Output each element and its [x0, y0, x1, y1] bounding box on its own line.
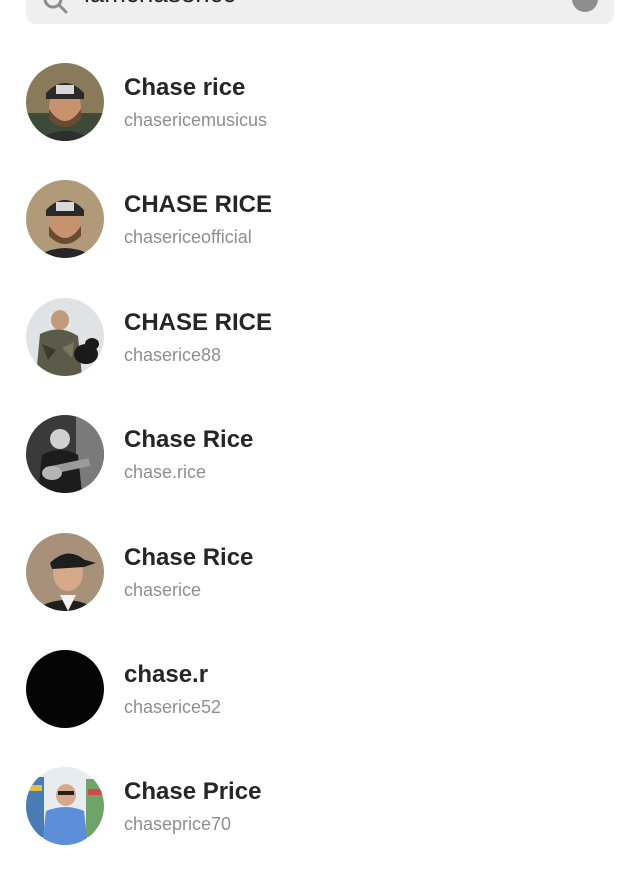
result-username: chasericemusicus: [124, 110, 268, 130]
man-backwards-cap-avatar: [26, 532, 104, 611]
list-item[interactable]: CHASE RICE chaserice88: [0, 285, 640, 402]
man-with-cap-avatar: [26, 180, 104, 259]
list-item[interactable]: chase.r chaserice52: [0, 637, 640, 754]
clear-search-icon[interactable]: [572, 0, 598, 12]
result-name: Chase Price: [124, 778, 262, 806]
list-item[interactable]: Chase rice chasericemusicus: [0, 50, 640, 167]
list-item[interactable]: Chase Rice chaserice: [0, 520, 640, 637]
man-with-cap-avatar: [26, 63, 104, 141]
hunter-with-dog-avatar: [26, 297, 104, 376]
result-username: chasericeofficial: [124, 227, 252, 248]
list-item[interactable]: CHASE RICE chasericeofficial: [0, 167, 640, 284]
list-item[interactable]: Chase Rice chase.rice: [0, 402, 640, 519]
result-username: chaserice: [124, 579, 202, 600]
result-name: CHASE RICE: [124, 191, 273, 219]
search-bar[interactable]: lamchasericc: [26, 0, 614, 24]
result-name: CHASE RICE: [124, 308, 273, 336]
black-avatar: [26, 649, 104, 728]
man-in-store-avatar: [26, 767, 104, 846]
list-item[interactable]: Chase Price chaseprice70: [0, 754, 640, 871]
result-username: chaserice52: [124, 696, 222, 717]
result-name: Chase Rice: [124, 426, 254, 454]
search-icon: [43, 0, 68, 14]
result-name: Chase rice: [124, 74, 246, 101]
result-name: Chase Rice: [124, 543, 254, 571]
result-username: chaserice88: [124, 344, 222, 365]
guitarist-bw-avatar: [26, 415, 104, 494]
search-results-list: Chase rice chasericemusicus CHASE RICE c…: [0, 50, 640, 872]
result-username: chaseprice70: [124, 814, 232, 835]
search-input[interactable]: lamchasericc: [84, 0, 236, 6]
result-name: chase.r: [124, 660, 209, 688]
result-username: chase.rice: [124, 462, 207, 483]
